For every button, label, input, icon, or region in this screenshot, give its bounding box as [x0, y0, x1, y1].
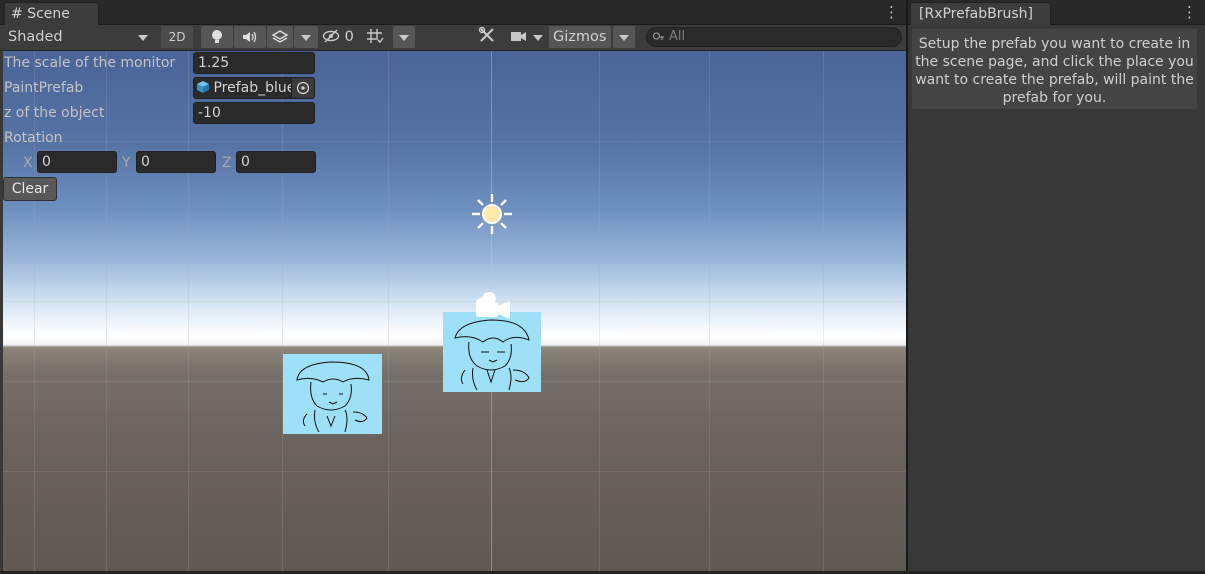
- grid-line: [3, 141, 906, 142]
- prefab-cube-icon: [197, 81, 209, 93]
- object-picker-icon[interactable]: [291, 78, 314, 98]
- z-label: z of the object: [4, 105, 105, 121]
- prefab-sprite-instance[interactable]: [443, 312, 541, 392]
- lightbulb-icon: [212, 30, 222, 43]
- scene-visibility-toggle[interactable]: 0: [322, 25, 358, 49]
- chevron-down-icon: [301, 35, 311, 41]
- gizmos-label: Gizmos: [553, 29, 607, 45]
- rotation-y-input[interactable]: 0: [136, 151, 216, 173]
- effects-dropdown[interactable]: [294, 26, 318, 48]
- layers-icon: [271, 30, 289, 43]
- grid-line: [3, 226, 906, 227]
- help-text: Setup the prefab you want to create in t…: [915, 36, 1194, 106]
- directional-light-icon[interactable]: [470, 192, 514, 236]
- brush-more-menu-icon[interactable]: ⋮: [1182, 4, 1197, 20]
- character-drawing: [296, 361, 370, 433]
- grid-line: [3, 301, 906, 302]
- audio-toggle[interactable]: [234, 26, 266, 48]
- rotation-x-label: X: [23, 155, 33, 171]
- camera-icon: [511, 32, 526, 41]
- grid-line: [599, 51, 600, 571]
- target-icon: [296, 81, 310, 95]
- chevron-down-icon: [399, 35, 409, 41]
- tab-scene-label: Scene: [27, 6, 70, 22]
- grid-line: [282, 51, 283, 571]
- prefab-sprite-instance[interactable]: [283, 354, 382, 434]
- scene-viewport[interactable]: The scale of the monitor 1.25 PaintPrefa…: [3, 51, 906, 571]
- camera-gizmo-icon[interactable]: [472, 291, 512, 321]
- wrench-cross-icon: [478, 26, 494, 42]
- eye-slash-icon: [322, 29, 340, 43]
- prefab-brush-window: [RxPrefabBrush] ⋮ Setup the prefab you w…: [908, 0, 1205, 574]
- mode-2d-label: 2D: [168, 30, 186, 44]
- rotation-x-input[interactable]: 0: [37, 151, 117, 173]
- scene-window: # Scene ⋮ Shaded 2D 0 Gizmos All The sca…: [0, 0, 906, 574]
- chevron-down-icon: [138, 35, 148, 41]
- effects-toggle[interactable]: [267, 26, 293, 48]
- scene-tab-bar: # Scene ⋮: [0, 0, 906, 25]
- rotation-z-input[interactable]: 0: [236, 151, 316, 173]
- rotation-y-label: Y: [122, 155, 131, 171]
- grid-line: [388, 51, 389, 571]
- hierarchy-search-field[interactable]: All: [646, 27, 902, 47]
- scene-toolbar: Shaded 2D 0 Gizmos All: [0, 25, 906, 51]
- z-input[interactable]: -10: [193, 102, 315, 124]
- mode-2d-toggle[interactable]: 2D: [161, 26, 193, 48]
- clear-button[interactable]: Clear: [3, 177, 57, 201]
- paint-prefab-label: PaintPrefab: [4, 80, 84, 96]
- speaker-icon: [243, 31, 257, 43]
- rotation-label: Rotation: [4, 130, 63, 146]
- camera-settings-dropdown[interactable]: [510, 25, 548, 49]
- scene-more-menu-icon[interactable]: ⋮: [884, 4, 899, 20]
- lighting-toggle[interactable]: [201, 26, 233, 48]
- draw-mode-dropdown[interactable]: Shaded: [8, 25, 152, 49]
- character-drawing: [454, 319, 530, 391]
- grid-line: [823, 51, 824, 571]
- chevron-down-icon: [533, 35, 543, 41]
- tab-rxprefabbrush[interactable]: [RxPrefabBrush]: [910, 2, 1051, 25]
- brush-tab-bar: [RxPrefabBrush] ⋮: [908, 0, 1205, 25]
- chevron-down-icon: [619, 35, 629, 41]
- rotation-z-label: Z: [222, 155, 232, 171]
- tools-toggle[interactable]: [478, 25, 500, 49]
- grid-line: [709, 51, 710, 571]
- search-placeholder: All: [669, 29, 686, 44]
- tab-scene[interactable]: # Scene: [4, 2, 99, 25]
- gizmos-toggle[interactable]: Gizmos: [549, 26, 611, 48]
- hidden-count: 0: [344, 29, 354, 45]
- grid-dropdown[interactable]: [393, 26, 415, 48]
- draw-mode-label: Shaded: [8, 29, 63, 45]
- gizmos-dropdown[interactable]: [613, 26, 635, 48]
- grid-line: [3, 471, 906, 472]
- grid-icon: [367, 29, 384, 44]
- scale-label: The scale of the monitor: [4, 55, 176, 71]
- help-box: Setup the prefab you want to create in t…: [912, 29, 1197, 109]
- hash-grid-icon: #: [11, 6, 23, 22]
- search-icon: [652, 32, 664, 40]
- scale-input[interactable]: 1.25: [193, 52, 315, 74]
- grid-toggle[interactable]: [366, 25, 388, 49]
- tab-rxprefabbrush-label: [RxPrefabBrush]: [919, 6, 1033, 22]
- paint-prefab-value: Prefab_blue: [213, 80, 292, 96]
- grid-line: [106, 51, 107, 571]
- grid-line: [188, 51, 189, 571]
- paint-prefab-object-field[interactable]: Prefab_blue: [193, 77, 315, 99]
